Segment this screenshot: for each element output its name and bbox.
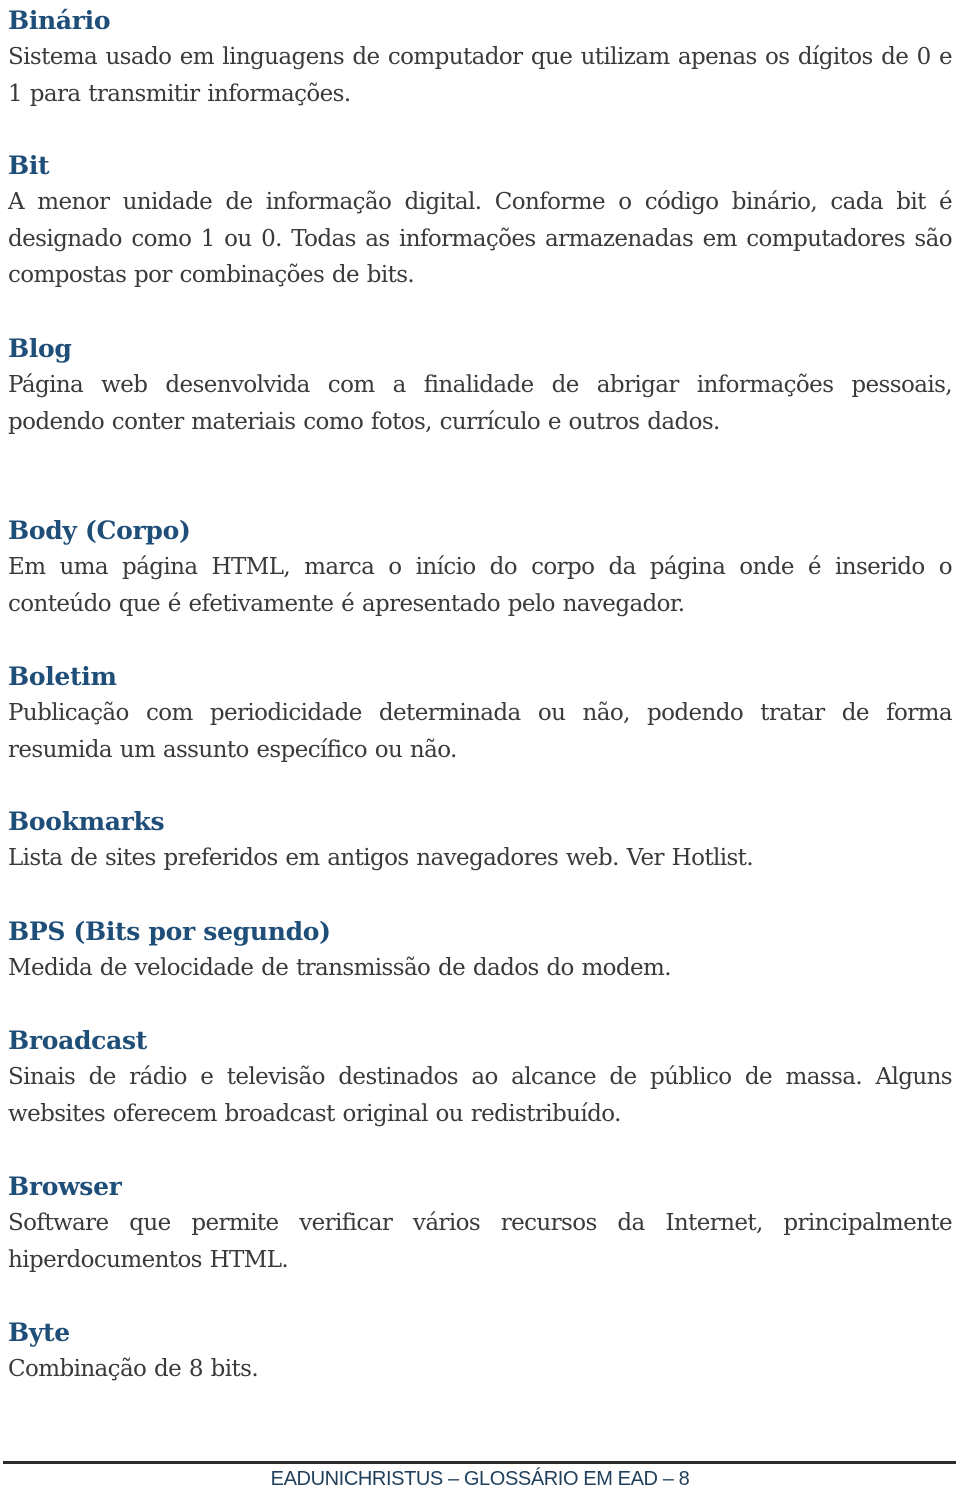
glossary-entry-bit: Bit A menor unidade de informação digita…: [8, 148, 953, 294]
term-heading: Bookmarks: [8, 807, 165, 836]
term-heading: Broadcast: [8, 1026, 147, 1055]
glossary-entry-body: Body (Corpo) Em uma página HTML, marca o…: [8, 513, 953, 622]
glossary-entry-bps: BPS (Bits por segundo) Medida de velocid…: [8, 914, 952, 987]
glossary-entry-broadcast: Broadcast Sinais de rádio e televisão de…: [8, 1023, 953, 1132]
term-definition: A menor unidade de informação digital. C…: [8, 189, 953, 288]
term-definition: Combinação de 8 bits.: [8, 1356, 259, 1382]
glossary-entry-bookmarks: Bookmarks Lista de sites preferidos em a…: [8, 804, 952, 877]
term-heading: Blog: [8, 334, 72, 363]
term-heading: Binário: [8, 6, 111, 35]
glossary-entry-blog: Blog Página web desenvolvida com a final…: [8, 331, 953, 440]
glossary-entry-binario: Binário Sistema usado em linguagens de c…: [8, 3, 953, 112]
term-heading: BPS (Bits por segundo): [8, 917, 331, 946]
term-heading: Boletim: [8, 662, 117, 691]
glossary-entry-boletim: Boletim Publicação com periodicidade det…: [8, 659, 953, 768]
term-definition: Publicação com periodicidade determinada…: [8, 700, 953, 763]
term-heading: Byte: [8, 1318, 70, 1347]
term-definition: Software que permite verificar vários re…: [8, 1210, 953, 1273]
page-footer: EADUNICHRISTUS – GLOSSÁRIO EM EAD – 8: [270, 1468, 690, 1490]
term-heading: Bit: [8, 151, 50, 180]
term-definition: Sistema usado em linguagens de computado…: [8, 44, 953, 107]
term-heading: Browser: [8, 1172, 122, 1201]
term-definition: Lista de sites preferidos em antigos nav…: [8, 845, 754, 871]
term-definition: Em uma página HTML, marca o início do co…: [8, 554, 953, 617]
term-definition: Sinais de rádio e televisão destinados a…: [8, 1064, 953, 1127]
term-heading: Body (Corpo): [8, 516, 191, 545]
glossary-entry-byte: Byte Combinação de 8 bits.: [8, 1315, 952, 1388]
footer-divider: [3, 1461, 956, 1464]
term-definition: Página web desenvolvida com a finalidade…: [8, 372, 953, 435]
glossary-entry-browser: Browser Software que permite verificar v…: [8, 1169, 953, 1278]
term-definition: Medida de velocidade de transmissão de d…: [8, 955, 672, 981]
